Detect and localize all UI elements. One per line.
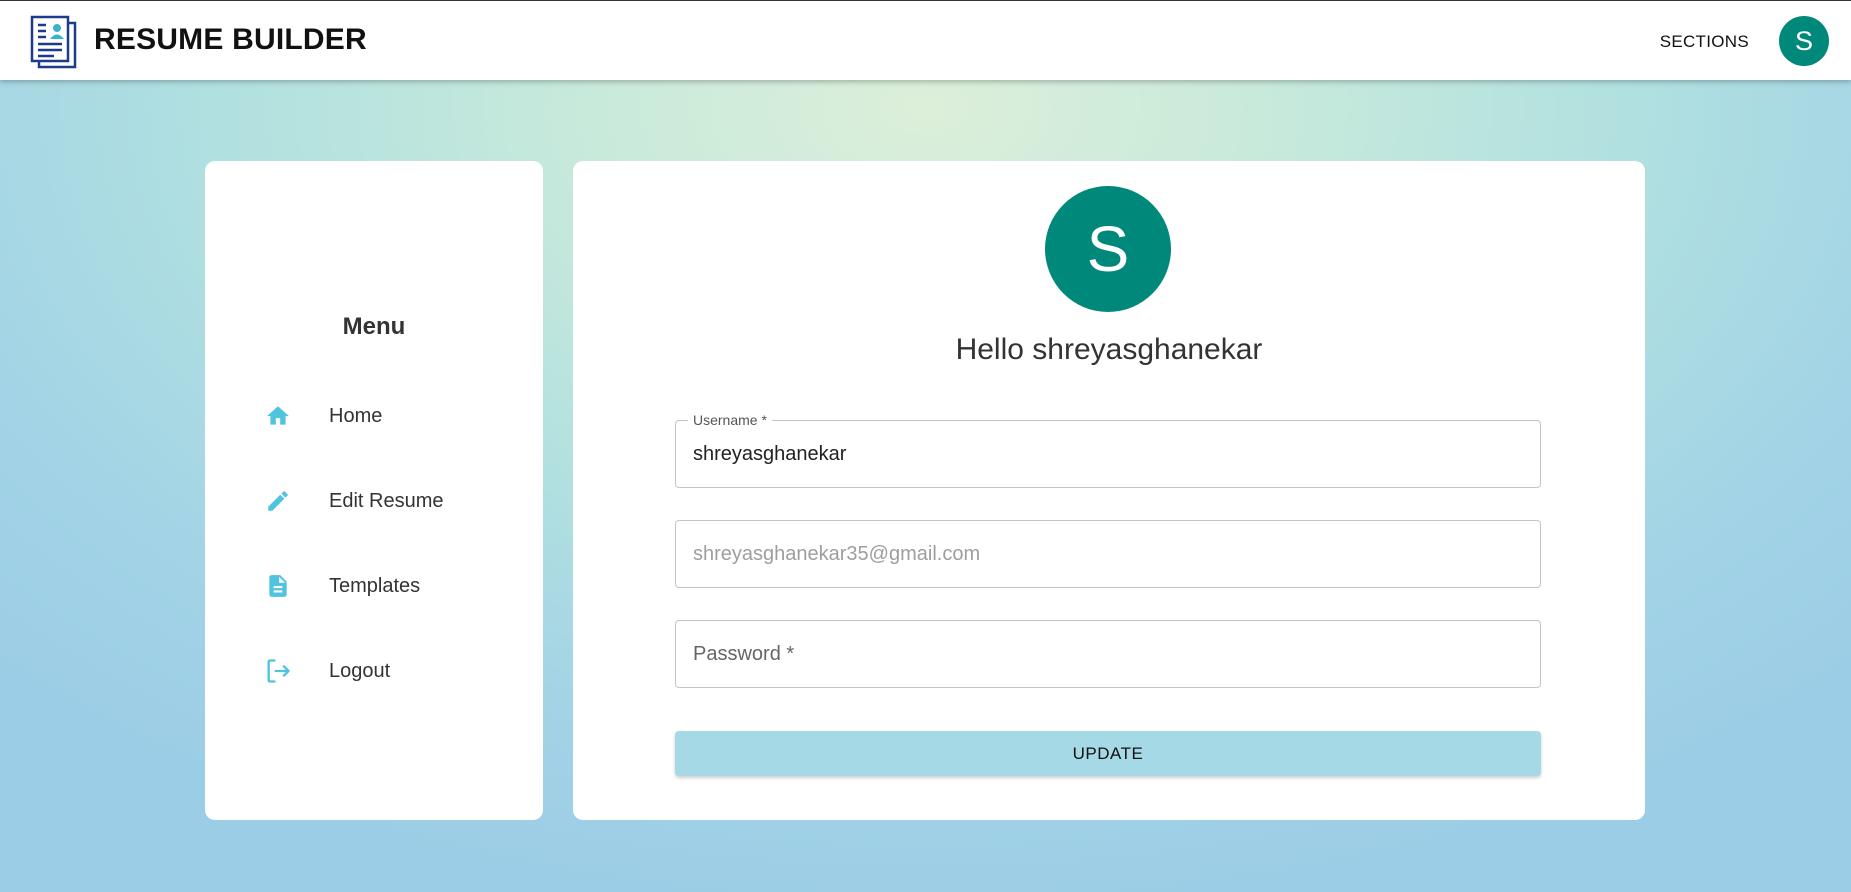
menu-item-home[interactable]: Home [263,394,513,438]
username-field[interactable]: Username * shreyasghanekar [675,412,1541,488]
sections-button[interactable]: SECTIONS [1660,32,1749,52]
document-icon [263,571,293,601]
home-icon [263,401,293,431]
menu-item-edit-resume[interactable]: Edit Resume [263,479,513,523]
profile-card: S Hello shreyasghanekar Username * shrey… [573,161,1645,820]
password-field[interactable]: Password * [675,620,1541,688]
menu-item-logout[interactable]: Logout [263,649,513,693]
menu-item-label: Templates [329,574,421,597]
logout-icon [263,656,293,686]
top-app-bar: RESUME BUILDER SECTIONS S [0,0,1851,80]
password-placeholder: Password * [693,643,795,665]
username-value: shreyasghanekar [693,443,847,465]
menu-card: Menu Home Edit Resume Templates Logout [205,161,543,820]
user-avatar[interactable]: S [1779,16,1829,66]
email-field[interactable]: shreyasghanekar35@gmail.com [675,520,1541,588]
menu-item-label: Home [329,404,383,427]
menu-item-label: Edit Resume [329,489,444,512]
menu-title: Menu [342,313,406,340]
profile-avatar: S [1045,186,1171,312]
menu-item-label: Logout [329,659,391,682]
greeting-text: Hello shreyasghanekar [955,333,1263,366]
app-title: RESUME BUILDER [94,23,367,56]
email-value: shreyasghanekar35@gmail.com [693,543,981,565]
menu-item-templates[interactable]: Templates [263,564,513,608]
pencil-icon [263,486,293,516]
update-button[interactable]: UPDATE [675,731,1541,776]
resume-logo-icon[interactable] [29,15,79,69]
